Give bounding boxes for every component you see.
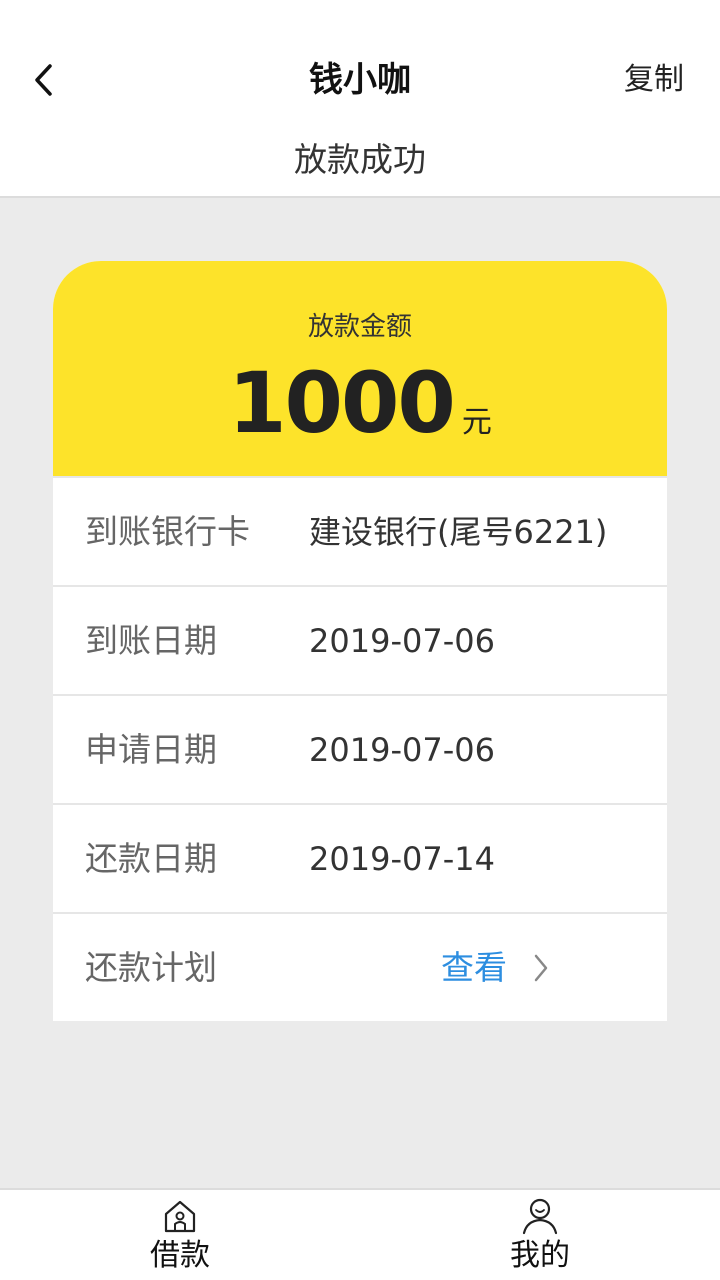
view-link-text[interactable]: 查看 (441, 948, 507, 988)
detail-row-apply-date: 申请日期 2019-07-06 (53, 694, 667, 803)
user-icon (520, 1196, 560, 1236)
page-title: 放款成功 (294, 140, 426, 179)
nav-label: 我的 (510, 1238, 570, 1273)
amount-panel: 放款金额 1000 元 (53, 261, 667, 476)
amount-unit: 元 (461, 405, 492, 440)
home-icon (160, 1196, 200, 1236)
view-plan-link[interactable]: 查看 (441, 948, 549, 988)
header: 钱小咖 复制 放款成功 (0, 0, 720, 198)
row-value: 2019-07-06 (309, 621, 495, 660)
row-label: 到账日期 (85, 620, 217, 660)
copy-button[interactable]: 复制 (624, 60, 684, 100)
nav-item-borrow[interactable]: 借款 (0, 1190, 360, 1280)
row-label: 到账银行卡 (85, 511, 250, 551)
amount-value: 1000 (228, 354, 456, 452)
detail-row-bank-card: 到账银行卡 建设银行(尾号6221) (53, 476, 667, 585)
row-label: 还款日期 (85, 838, 217, 878)
detail-row-repay-date: 还款日期 2019-07-14 (53, 803, 667, 912)
nav-label: 借款 (150, 1238, 210, 1273)
row-value: 建设银行(尾号6221) (309, 512, 608, 551)
row-value: 2019-07-06 (309, 730, 495, 769)
detail-row-repay-plan[interactable]: 还款计划 查看 (53, 912, 667, 1021)
nav-item-mine[interactable]: 我的 (360, 1190, 720, 1280)
amount-label: 放款金额 (307, 312, 412, 342)
row-value: 2019-07-14 (309, 839, 495, 878)
bottom-nav: 借款 我的 (0, 1188, 720, 1280)
row-label: 还款计划 (85, 947, 217, 987)
app-title: 钱小咖 (309, 60, 411, 100)
loan-card: 放款金额 1000 元 到账银行卡 建设银行(尾号6221) 到账日期 2019-… (53, 261, 667, 1021)
page: 钱小咖 复制 放款成功 放款金额 1000 元 到账银行卡 建设银行(尾号6221… (0, 0, 720, 1280)
row-label: 申请日期 (85, 729, 217, 769)
chevron-right-icon (533, 953, 549, 983)
amount-display: 1000 元 (53, 353, 667, 453)
detail-row-arrival-date: 到账日期 2019-07-06 (53, 585, 667, 694)
